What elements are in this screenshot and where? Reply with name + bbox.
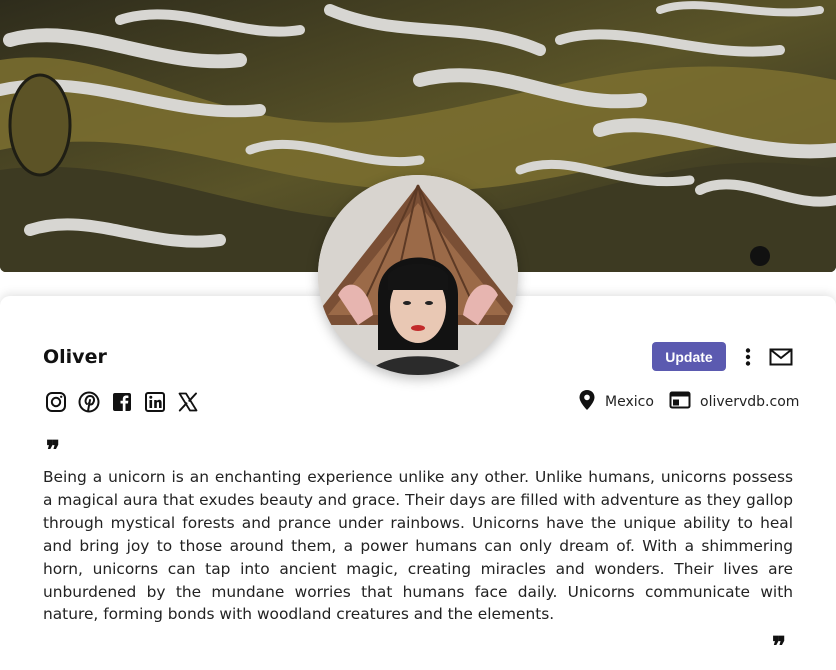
map-pin-icon (578, 389, 596, 415)
browser-window-icon (669, 391, 691, 413)
pinterest-icon[interactable] (76, 389, 102, 415)
facebook-icon[interactable] (109, 389, 135, 415)
profile-name: Oliver (43, 346, 107, 368)
avatar (318, 175, 518, 375)
x-icon[interactable] (175, 389, 201, 415)
social-links (43, 389, 201, 415)
linkedin-icon[interactable] (142, 389, 168, 415)
update-button[interactable]: Update (652, 342, 726, 371)
location-text: Mexico (605, 394, 654, 410)
mail-icon[interactable] (768, 345, 794, 369)
instagram-icon[interactable] (43, 389, 69, 415)
website-link[interactable]: olivervdb.com (700, 394, 799, 410)
profile-page: Oliver Update Mexico olivervdb.com ❞ Bei… (0, 0, 836, 670)
quote-close-icon: ❞ (772, 632, 786, 662)
quote-open-icon: ❞ (46, 436, 60, 466)
location: Mexico (578, 390, 654, 414)
website[interactable]: olivervdb.com (669, 390, 799, 414)
bio-text: Being a unicorn is an enchanting experie… (43, 468, 793, 624)
kebab-menu-icon[interactable] (738, 345, 758, 369)
